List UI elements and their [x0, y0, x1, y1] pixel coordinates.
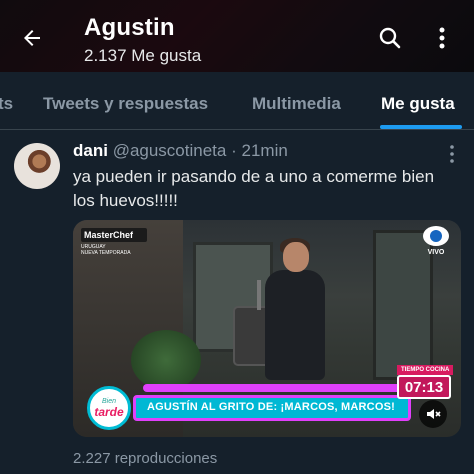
show-logo-sub2: NUEVA TEMPORADA: [81, 250, 131, 256]
more-vertical-icon: [450, 145, 454, 163]
show-logo-text: MasterChef: [81, 228, 147, 242]
lower-third-text: AGUSTÍN AL GRITO DE: ¡MARCOS, MARCOS!: [147, 401, 395, 413]
video-person: [265, 270, 325, 380]
search-icon: [379, 27, 401, 49]
tab-tweets-y-respuestas[interactable]: Tweets y respuestas: [43, 94, 208, 114]
tweet-video[interactable]: MasterChef URUGUAY NUEVA TEMPORADA VIVO …: [73, 220, 461, 437]
show-logo: MasterChef URUGUAY NUEVA TEMPORADA: [81, 228, 147, 262]
timer-label: TIEMPO COCINA: [397, 365, 454, 375]
timer-value: 07:13: [397, 375, 451, 399]
more-vertical-icon: [439, 27, 445, 49]
tweet-more-button[interactable]: [440, 144, 464, 164]
tab-tweets[interactable]: ts: [0, 94, 13, 114]
program-badge-top: Bien: [101, 397, 116, 405]
likes-count: 2.137 Me gusta: [84, 46, 202, 65]
volume-muted-icon: [427, 409, 441, 419]
video-person: [283, 242, 309, 272]
tweet-text: ya pueden ir pasando de a uno a comerme …: [73, 167, 435, 210]
separator-dot: ·: [231, 141, 237, 160]
more-options-button[interactable]: [430, 22, 454, 54]
tweet-header: dani @aguscotineta · 21min: [73, 141, 288, 161]
mute-button[interactable]: [419, 400, 447, 428]
active-tab-indicator: [380, 125, 462, 129]
lower-third-accent: [143, 384, 405, 392]
program-badge: Bien tarde: [87, 386, 131, 430]
view-count: 2.227 reproducciones: [73, 450, 218, 467]
video-scene: [131, 330, 201, 390]
avatar[interactable]: [14, 143, 60, 189]
author-handle[interactable]: @aguscotineta: [113, 141, 227, 160]
author-name[interactable]: dani: [73, 141, 108, 160]
program-badge-main: tarde: [94, 404, 124, 419]
arrow-left-icon: [24, 30, 40, 46]
search-button[interactable]: [374, 22, 406, 54]
profile-name: Agustin: [84, 14, 175, 41]
channel-label: VIVO: [427, 249, 445, 256]
profile-tabs: ts Tweets y respuestas Multimedia Me gus…: [0, 72, 474, 130]
tab-me-gusta[interactable]: Me gusta: [381, 94, 455, 114]
back-button[interactable]: [14, 20, 50, 56]
profile-header: Agustin 2.137 Me gusta: [0, 0, 474, 72]
video-scene: [257, 280, 261, 310]
channel-logo: VIVO: [421, 226, 451, 262]
channel-icon: [423, 226, 449, 246]
tweet-time[interactable]: 21min: [242, 141, 288, 160]
tab-multimedia[interactable]: Multimedia: [252, 94, 341, 114]
